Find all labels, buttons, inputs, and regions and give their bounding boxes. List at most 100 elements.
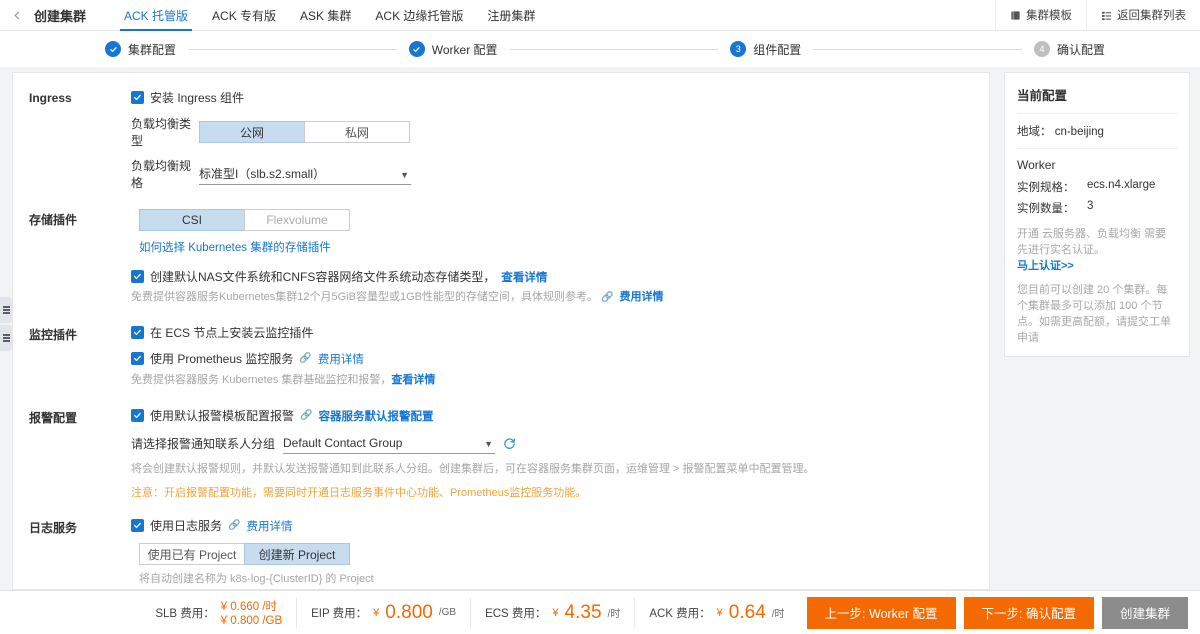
section-ingress: Ingress 安装 Ingress 组件 负载均衡类型 公网 私网 负载均衡规… [13,89,989,199]
section-label-log: 日志服务 [29,521,78,535]
tab-ack-dedicated[interactable]: ACK 专有版 [200,0,288,31]
content-area: Ingress 安装 Ingress 组件 负载均衡类型 公网 私网 负载均衡规… [0,67,1200,590]
cluster-template-label: 集群模板 [1026,10,1072,22]
divider [1017,113,1177,114]
top-bar: 创建集群 ACK 托管版 ACK 专有版 ASK 集群 ACK 边缘托管版 注册… [0,0,1200,31]
link-icon: 🔗 [299,353,312,364]
create-cluster-button[interactable]: 创建集群 [1101,596,1188,629]
log-project-existing[interactable]: 使用已有 Project [139,543,245,565]
contact-group-row: 请选择报警通知联系人分组 Default Contact Group ▼ [131,433,973,454]
prometheus-fee-link[interactable]: 费用详情 [318,351,364,367]
log-service-checkbox[interactable] [131,519,144,532]
realname-verify-link[interactable]: 马上认证>> [1017,260,1074,272]
section-log: 日志服务 使用日志服务 🔗 费用详情 使用已有 Project 创建新 Proj… [13,517,989,589]
nas-default-detail-link[interactable]: 查看详情 [501,269,547,285]
step-number-4: 4 [1033,41,1050,57]
region-value: cn-beijing [1054,126,1104,138]
storage-plugin-segmented: CSI Flexvolume [139,209,973,231]
storage-option-flexvolume[interactable]: Flexvolume [244,209,350,231]
prometheus-label: 使用 Prometheus 监控服务 [150,352,294,366]
price-slb-label: SLB 费用： [155,607,215,620]
refresh-icon[interactable] [503,437,516,450]
tab-ack-managed[interactable]: ACK 托管版 [112,0,200,31]
section-label-storage: 存储插件 [29,213,78,227]
prometheus-row[interactable]: 使用 Prometheus 监控服务 🔗 费用详情 [131,350,973,367]
price-ecs-unit: /时 [607,609,621,620]
price-eip-value: 0.800 [385,601,433,623]
storage-plugin-help-link[interactable]: 如何选择 Kubernetes 集群的存储插件 [139,242,331,254]
lb-type-option-public[interactable]: 公网 [199,121,305,143]
alarm-default-row[interactable]: 使用默认报警模板配置报警 🔗 容器服务默认报警配置 [131,407,973,424]
step-confirm-config[interactable]: 4 确认配置 [1033,41,1105,58]
prev-step-button[interactable]: 上一步: Worker 配置 [806,596,956,629]
lb-type-option-private[interactable]: 私网 [304,121,410,143]
step-connector-2 [509,48,719,50]
log-project-help: 将自动创建名称为 k8s-log-{ClusterID} 的 Project [139,573,374,585]
contact-group-select[interactable]: Default Contact Group ▼ [283,433,496,454]
section-storage: 存储插件 CSI Flexvolume 如何选择 Kubernetes 集群的存… [13,209,989,314]
back-button[interactable] [0,10,34,21]
chevron-down-icon: ▼ [484,439,494,449]
log-project-new[interactable]: 创建新 Project [244,543,350,565]
tab-register-cluster[interactable]: 注册集群 [475,0,547,31]
price-eip-label: EIP 费用： [311,607,368,620]
alarm-default-checkbox[interactable] [131,409,144,422]
price-slb-hourly: ¥ 0.660 /时 [220,601,278,613]
worker-instance-type-key: 实例规格： [1017,182,1075,194]
ecs-monitor-label: 在 ECS 节点上安装云监控插件 [150,326,314,340]
log-fee-detail-link[interactable]: 费用详情 [246,518,292,534]
next-step-button[interactable]: 下一步: 确认配置 [963,596,1094,629]
tab-ack-edge[interactable]: ACK 边缘托管版 [363,0,475,31]
realname-note-body: 开通 云服务器、负载均衡 需要先进行实名认证。 [1017,228,1167,256]
tab-ask-cluster[interactable]: ASK 集群 [288,0,363,31]
back-to-cluster-list-label: 返回集群列表 [1117,10,1186,22]
step-label-1: 集群配置 [128,42,177,57]
step-label-2: Worker 配置 [431,42,498,57]
price-ecs: ECS 费用： ¥ 4.35 /时 [471,597,636,628]
ingress-install-row[interactable]: 安装 Ingress 组件 [131,89,973,106]
step-label-3: 组件配置 [753,42,802,57]
storage-option-csi[interactable]: CSI [139,209,245,231]
log-service-row[interactable]: 使用日志服务 🔗 费用详情 [131,517,973,534]
section-label-monitor: 监控插件 [29,328,78,342]
price-eip: EIP 费用： ¥ 0.800 /GB [297,597,472,628]
price-ack: ACK 费用： ¥ 0.64 /时 [635,598,798,628]
lb-type-row: 负载均衡类型 公网 私网 [131,115,973,149]
nas-default-row[interactable]: 创建默认NAS文件系统和CNFS容器网络文件系统动态存储类型， 查看详情 [131,268,973,285]
step-component-config[interactable]: 3 组件配置 [730,41,801,58]
section-label-alarm: 报警配置 [29,411,78,425]
alarm-help-text: 将会创建默认报警规则，并默认发送报警通知到此联系人分组。创建集群后，可在容器服务… [131,463,815,475]
worker-instance-count-row: 实例数量： 3 [1017,200,1177,216]
price-ecs-value: 4.35 [564,601,602,623]
alarm-default-config-link[interactable]: 容器服务默认报警配置 [318,408,433,424]
prometheus-checkbox[interactable] [131,352,144,365]
section-monitor: 监控插件 在 ECS 节点上安装云监控插件 使用 Prometheus 监控服务… [13,324,989,397]
step-check-icon [408,41,425,57]
ecs-monitor-checkbox[interactable] [131,326,144,339]
lb-type-segmented: 公网 私网 [199,121,410,143]
step-cluster-config[interactable]: 集群配置 [105,41,176,58]
nas-default-label: 创建默认NAS文件系统和CNFS容器网络文件系统动态存储类型， [150,270,496,284]
link-icon: 🔗 [300,410,313,421]
divider [1017,148,1177,149]
cluster-template-button[interactable]: 集群模板 [995,0,1086,31]
currency-symbol: ¥ [552,606,559,619]
ingress-install-checkbox[interactable] [131,91,144,104]
price-ack-value: 0.64 [728,601,766,623]
nas-help-body: 免费提供容器服务Kubernetes集群12个月5GiB容量型或1GB性能型的存… [131,291,598,303]
page-title: 创建集群 [34,8,87,24]
section-alarm: 报警配置 使用默认报警模板配置报警 🔗 容器服务默认报警配置 请选择报警通知联系… [13,407,989,507]
nas-default-checkbox[interactable] [131,270,144,283]
nas-fee-detail-link[interactable]: 费用详情 [620,291,664,303]
price-slb: SLB 费用： ¥ 0.660 /时 ¥ 0.800 /GB [141,597,298,628]
alarm-default-label: 使用默认报警模板配置报警 [150,409,295,423]
section-label-ingress: Ingress [29,91,72,105]
ingress-install-label: 安装 Ingress 组件 [150,91,245,105]
log-service-label: 使用日志服务 [150,519,223,533]
back-to-cluster-list-button[interactable]: 返回集群列表 [1086,0,1200,31]
step-worker-config[interactable]: Worker 配置 [408,41,498,58]
lb-spec-select[interactable]: 标准型I（slb.s2.small） ▼ [199,164,411,185]
ecs-monitor-row[interactable]: 在 ECS 节点上安装云监控插件 [131,324,973,341]
link-icon: 🔗 [601,292,614,303]
monitor-help-link[interactable]: 查看详情 [391,374,435,386]
